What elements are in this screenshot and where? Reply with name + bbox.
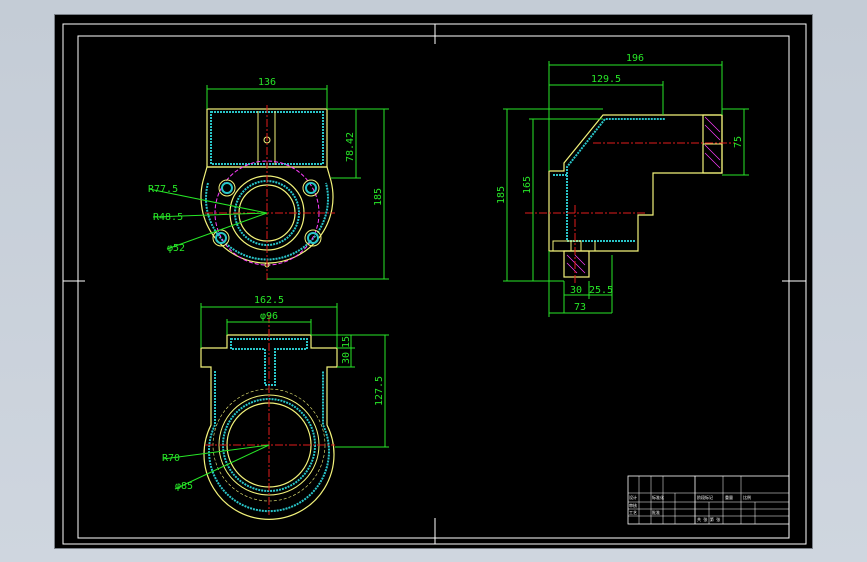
front-height-dim: 127.5: [374, 376, 385, 406]
front-inner-dim: φ96: [260, 311, 278, 322]
front-view: 162.5 φ96 15 30 127.5 R70 φ85: [162, 295, 389, 520]
top-d1: φ52: [167, 243, 185, 254]
top-view: 136 78.42 185 R77.5 R48.5 φ52: [148, 77, 389, 280]
tb-review: 审核: [629, 502, 637, 508]
tb-standard: 标准化: [652, 494, 664, 500]
tb-weight: 重量: [725, 494, 733, 500]
side-b2: 25.5: [589, 285, 613, 296]
front-d1: 15: [341, 336, 352, 348]
front-d2: 30: [341, 352, 352, 364]
side-b3: 73: [574, 302, 586, 313]
side-width2-dim: 129.5: [591, 74, 621, 85]
top-r1: R77.5: [148, 184, 178, 195]
tb-process: 工艺: [629, 510, 637, 515]
side-b1: 30: [570, 285, 582, 296]
side-view: 196 129.5 185 165 75 30 25.5 73: [496, 53, 749, 317]
top-width-dim: 136: [258, 77, 276, 88]
front-r1: R70: [162, 453, 180, 464]
inner-frame: [77, 35, 790, 539]
top-height-dim: 78.42: [345, 132, 356, 162]
title-block: 设计 标准化 审核 工艺 批准 阶段标记 重量 比例 共 张 第 张: [627, 475, 790, 525]
tb-approve: 批准: [652, 509, 660, 515]
tb-scale: 比例: [743, 494, 751, 500]
side-height-dim: 185: [496, 186, 507, 204]
tb-sheet: 共 张 第 张: [697, 516, 720, 522]
cad-drawing: 136 78.42 185 R77.5 R48.5 φ52 162.5 φ96 …: [62, 23, 807, 545]
side-height2-dim: 165: [522, 176, 533, 194]
front-width-dim: 162.5: [254, 295, 284, 306]
top-overall-dim: 185: [373, 188, 384, 206]
front-d3: φ85: [175, 481, 193, 492]
outer-frame: [62, 23, 807, 545]
side-width-dim: 196: [626, 53, 644, 64]
side-right-dim: 75: [733, 136, 744, 148]
tb-stage: 阶段标记: [697, 494, 713, 500]
top-r2: R48.5: [153, 212, 183, 223]
drawing-sheet: 136 78.42 185 R77.5 R48.5 φ52 162.5 φ96 …: [54, 14, 813, 549]
tb-design: 设计: [629, 494, 637, 500]
